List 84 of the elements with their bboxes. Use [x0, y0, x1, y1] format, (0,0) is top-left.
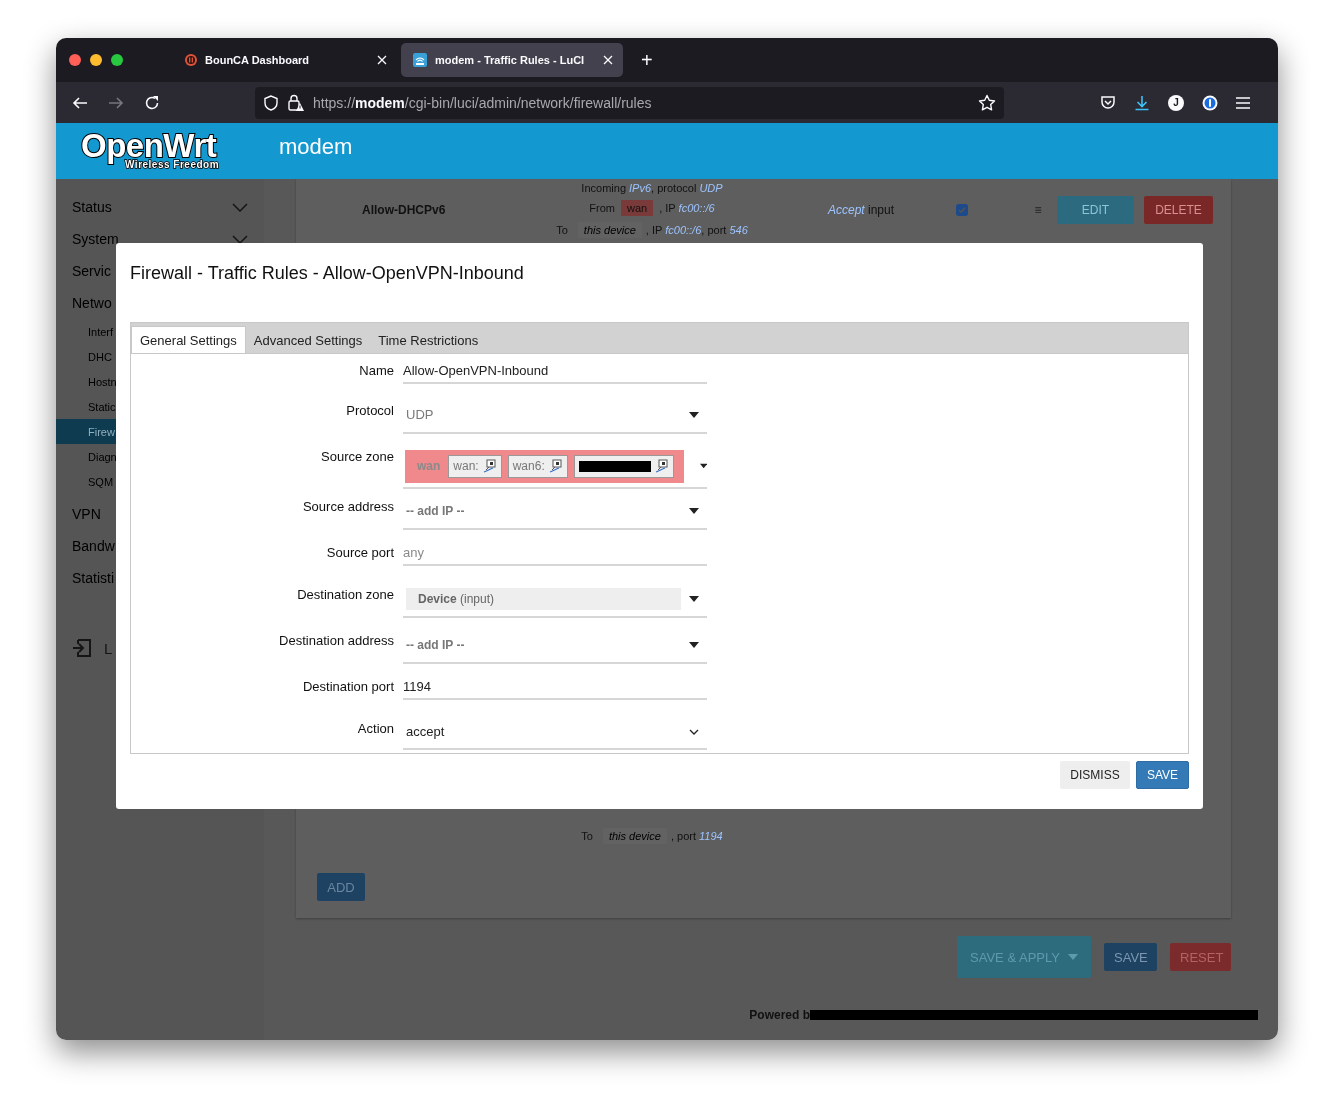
settings-tab[interactable]: General Settings — [131, 326, 246, 354]
dropdown-caret-icon[interactable] — [689, 641, 699, 648]
checkbox[interactable] — [956, 204, 968, 216]
dropdown-field[interactable]: Device (input) — [403, 581, 707, 618]
network-icon — [482, 459, 497, 473]
dropdown-field[interactable]: -- add IP -- — [403, 627, 707, 664]
match-text: , port 1194 — [670, 830, 723, 842]
device-badge: this device — [577, 222, 642, 238]
delete-button[interactable]: DELETE — [1144, 196, 1213, 224]
add-button[interactable]: ADD — [317, 873, 365, 901]
rule-name: Allow-DHCPv6 — [362, 203, 446, 217]
browser-tab[interactable]: modem - Traffic Rules - LuCI — [401, 43, 623, 77]
back-icon[interactable] — [72, 94, 88, 111]
field-label: Protocol — [346, 403, 394, 418]
profile-avatar[interactable]: J — [1168, 94, 1184, 111]
field-label: Action — [357, 721, 394, 736]
openwrt-logo[interactable]: OpenWrt Wireless Freedom — [81, 131, 241, 171]
reload-icon[interactable] — [144, 94, 160, 111]
dropdown-caret-icon[interactable] — [689, 507, 699, 514]
zone-name: wan — [417, 459, 441, 473]
field-label: Destination zone — [297, 587, 394, 602]
match-text: , IP fc00::/6, port 546 — [645, 224, 748, 236]
nav-item[interactable]: Status — [72, 199, 232, 215]
match-text: To — [581, 830, 593, 842]
network-name: wan6: — [512, 459, 545, 473]
dropdown-field[interactable]: UDP — [403, 397, 707, 434]
network-icon — [654, 459, 669, 473]
match-text: To — [556, 224, 568, 236]
chevron-down-icon[interactable] — [689, 728, 699, 735]
password-manager-icon[interactable] — [1202, 94, 1218, 111]
address-bar[interactable]: https://modem/cgi-bin/luci/admin/network/firewall/rules — [255, 86, 1004, 119]
logout-link[interactable]: L — [104, 639, 113, 657]
shield-icon — [263, 94, 279, 111]
match-text: , IP fc00::/6 — [659, 202, 715, 214]
hostname-title: modem — [279, 134, 353, 160]
forward-icon[interactable] — [108, 94, 124, 111]
logout-icon[interactable] — [72, 638, 92, 658]
drag-handle[interactable]: ≡ — [1030, 203, 1046, 217]
field-label: Source port — [326, 545, 394, 560]
match-text: From — [589, 202, 615, 214]
pocket-icon[interactable] — [1100, 94, 1116, 111]
close-icon[interactable] — [377, 55, 387, 65]
download-icon[interactable] — [1134, 94, 1150, 111]
zone-badge: wan — [621, 200, 654, 216]
field-label: Destination address — [279, 633, 394, 648]
network-icon — [548, 459, 563, 473]
menu-icon[interactable] — [1236, 96, 1250, 109]
edit-button[interactable]: EDIT — [1057, 196, 1134, 224]
rule-action: Accept input — [828, 203, 896, 217]
lock-warning-icon — [287, 93, 305, 112]
dropdown-caret-icon[interactable] — [689, 595, 699, 602]
nav-item[interactable]: System — [72, 231, 232, 247]
dropdown-field[interactable]: -- add IP -- — [403, 493, 707, 530]
close-window-button[interactable] — [69, 54, 81, 66]
dropdown-caret-icon[interactable] — [689, 411, 699, 418]
save-button[interactable]: SAVE — [1104, 943, 1157, 971]
chevron-down-icon[interactable] — [232, 234, 248, 244]
zoom-window-button[interactable] — [111, 54, 123, 66]
browser-tab[interactable]: BounCA Dashboard — [173, 43, 397, 77]
wifi-router-icon — [413, 53, 427, 67]
network-name: wan: — [453, 459, 479, 473]
minimize-window-button[interactable] — [90, 54, 102, 66]
url-text[interactable]: https://modem/cgi-bin/luci/admin/network/firewall/rules — [313, 94, 970, 111]
record-icon — [185, 54, 197, 66]
field-label: Source address — [302, 499, 394, 514]
zone-value: Device (input) — [406, 587, 681, 610]
field-label: Name — [359, 363, 394, 378]
field-label: Destination port — [302, 679, 394, 694]
caret-icon — [1067, 954, 1078, 960]
settings-tab[interactable]: Advanced Settings — [245, 327, 371, 354]
close-icon[interactable] — [603, 55, 613, 65]
save-button[interactable]: SAVE — [1136, 761, 1189, 789]
settings-tab[interactable]: Time Restrictions — [370, 327, 487, 354]
match-text: Incoming IPv6, protocol UDP — [581, 182, 723, 194]
dismiss-button[interactable]: DISMISS — [1060, 761, 1130, 789]
footer-text: Powered b — [749, 1008, 810, 1022]
device-badge: this device — [602, 828, 667, 844]
new-tab-button[interactable]: + — [633, 48, 661, 72]
field-label: Source zone — [321, 449, 394, 464]
dialog-title: Firewall - Traffic Rules - Allow-OpenVPN-Inbound — [130, 263, 525, 285]
zone-dropdown-field[interactable]: wan wan: wan6: — [403, 443, 707, 489]
dropdown-field[interactable]: accept — [403, 715, 707, 750]
star-icon[interactable] — [978, 93, 996, 112]
dropdown-caret-icon[interactable] — [699, 463, 707, 469]
